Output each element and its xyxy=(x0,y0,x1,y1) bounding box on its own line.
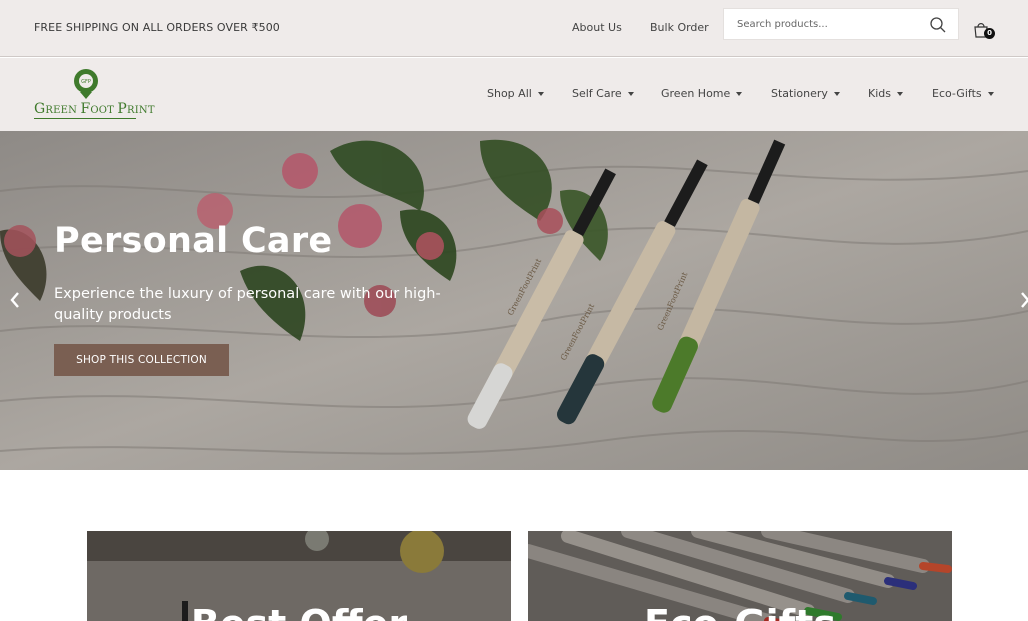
nav-item-eco-gifts[interactable]: Eco-Gifts xyxy=(932,87,994,100)
nav-item-self-care[interactable]: Self Care xyxy=(572,87,634,100)
hero-title: Personal Care xyxy=(54,221,333,261)
shipping-notice: FREE SHIPPING ON ALL ORDERS OVER ₹500 xyxy=(34,21,280,34)
nav-item-green-home[interactable]: Green Home xyxy=(661,87,743,100)
nav-item-stationery[interactable]: Stationery xyxy=(771,87,840,100)
category-tile-eco-gifts[interactable]: Eco-Gifts xyxy=(528,531,952,621)
main-nav-bar: GFP GREEN FOOT PRINT Shop All Self Care … xyxy=(0,58,1028,131)
bulk-order-link[interactable]: Bulk Order xyxy=(650,21,709,34)
search-input[interactable] xyxy=(724,9,914,39)
caret-down-icon xyxy=(627,91,634,96)
logo-emblem-text: GFP xyxy=(81,79,91,85)
caret-down-icon xyxy=(833,91,840,96)
hero-subtitle: Experience the luxury of personal care w… xyxy=(54,286,441,323)
tile-title: Best Offer xyxy=(87,602,511,621)
logo-underline xyxy=(34,118,136,119)
caret-down-icon xyxy=(537,91,544,96)
nav-item-shop-all[interactable]: Shop All xyxy=(487,87,544,100)
caret-down-icon xyxy=(896,91,903,96)
logo-wordmark: GREEN FOOT PRINT xyxy=(34,101,155,117)
caret-down-icon xyxy=(736,91,743,96)
search-box xyxy=(723,8,959,40)
nav-label: Eco-Gifts xyxy=(932,87,982,100)
tile-title: Eco-Gifts xyxy=(528,602,952,621)
nav-label: Green Home xyxy=(661,87,731,100)
search-icon[interactable] xyxy=(930,17,946,33)
nav-label: Shop All xyxy=(487,87,532,100)
nav-label: Kids xyxy=(868,87,891,100)
logo-emblem-icon: GFP xyxy=(74,69,98,99)
top-bar: FREE SHIPPING ON ALL ORDERS OVER ₹500 Ab… xyxy=(0,0,1028,57)
chevron-left-icon[interactable] xyxy=(8,291,22,309)
nav-label: Stationery xyxy=(771,87,828,100)
cart-button[interactable]: 0 xyxy=(973,21,995,43)
hero-slider: GreenFootPrint GreenFootPrint GreenFootP… xyxy=(0,131,1028,470)
category-tile-best-offer[interactable]: Best Offer xyxy=(87,531,511,621)
site-logo[interactable]: GFP GREEN FOOT PRINT xyxy=(34,68,155,122)
cart-count-badge: 0 xyxy=(984,28,995,39)
about-us-link[interactable]: About Us xyxy=(572,21,622,34)
caret-down-icon xyxy=(987,91,994,96)
nav-label: Self Care xyxy=(572,87,622,100)
shop-collection-button[interactable]: SHOP THIS COLLECTION xyxy=(54,344,229,376)
nav-item-kids[interactable]: Kids xyxy=(868,87,903,100)
chevron-right-icon[interactable] xyxy=(1018,291,1028,309)
